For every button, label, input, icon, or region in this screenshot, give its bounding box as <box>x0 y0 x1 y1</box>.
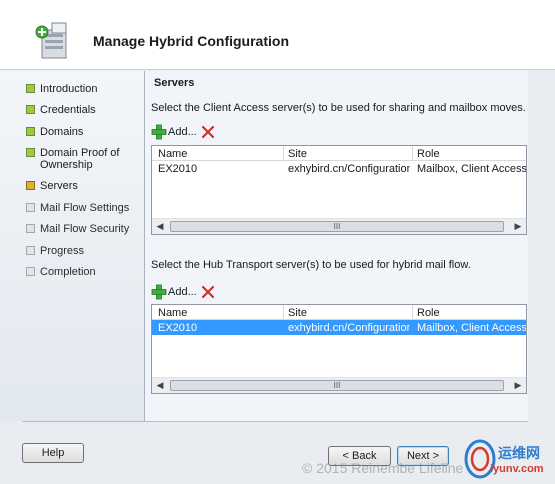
add-icon <box>151 124 167 140</box>
step-label: Mail Flow Settings <box>40 202 130 214</box>
footer-divider <box>22 421 528 422</box>
step-domains: Domains <box>26 126 142 138</box>
horizontal-scrollbar[interactable]: ◀ III ▶ <box>152 377 526 393</box>
scroll-thumb[interactable]: III <box>170 221 504 232</box>
step-label: Domain Proof of Ownership <box>40 147 120 171</box>
hub-instruction: Select the Hub Transport server(s) to be… <box>151 259 471 271</box>
cell-role: Mailbox, Client Access, Hu <box>417 163 526 175</box>
step-label: Credentials <box>40 104 96 116</box>
cas-instruction: Select the Client Access server(s) to be… <box>151 102 526 114</box>
column-header-role[interactable]: Role <box>417 148 440 160</box>
copyright-watermark: © 2015 Reinembe Lifeline <box>302 460 464 476</box>
add-icon <box>151 284 167 300</box>
hub-server-grid: Name Site Role EX2010 exhybird.cn/Config… <box>151 304 527 394</box>
step-servers: Servers <box>26 180 142 192</box>
remove-icon[interactable] <box>201 285 215 299</box>
step-pending-icon <box>26 267 35 276</box>
step-complete-icon <box>26 105 35 114</box>
step-progress: Progress <box>26 245 142 257</box>
help-button[interactable]: Help <box>22 443 84 463</box>
step-mail-flow-security: Mail Flow Security <box>26 223 142 235</box>
wizard-header: Manage Hybrid Configuration <box>0 0 555 70</box>
step-label: Progress <box>40 245 85 257</box>
scroll-left-arrow-icon[interactable]: ◀ <box>152 219 168 234</box>
step-pending-icon <box>26 203 35 212</box>
step-label: Domains <box>40 126 84 138</box>
step-label: Completion <box>40 266 96 278</box>
step-label: Mail Flow Security <box>40 223 130 235</box>
step-current-icon <box>26 181 35 190</box>
cas-add-label: Add... <box>168 126 197 138</box>
step-complete-icon <box>26 127 35 136</box>
step-label: Introduction <box>40 83 98 95</box>
scroll-left-arrow-icon[interactable]: ◀ <box>152 378 168 393</box>
step-complete-icon <box>26 84 35 93</box>
column-divider[interactable] <box>283 146 284 161</box>
remove-icon[interactable] <box>201 125 215 139</box>
cas-server-grid: Name Site Role EX2010 exhybird.cn/Config… <box>151 145 527 235</box>
column-header-site[interactable]: Site <box>288 307 307 319</box>
cell-role: Mailbox, Client Access, Hu <box>417 322 526 334</box>
cell-site: exhybird.cn/Configuration/... <box>288 322 410 334</box>
step-pending-icon <box>26 224 35 233</box>
column-header-site[interactable]: Site <box>288 148 307 160</box>
column-divider[interactable] <box>283 305 284 320</box>
cell-site: exhybird.cn/Configuration/... <box>288 163 410 175</box>
column-divider[interactable] <box>412 146 413 161</box>
step-completion: Completion <box>26 266 142 278</box>
scroll-right-arrow-icon[interactable]: ▶ <box>510 219 526 234</box>
grid-header: Name Site Role <box>152 146 526 161</box>
hub-add-label: Add... <box>168 286 197 298</box>
page-title: Servers <box>154 77 195 89</box>
cell-name: EX2010 <box>158 163 198 175</box>
wizard-page: Servers Select the Client Access server(… <box>145 71 528 421</box>
horizontal-scrollbar[interactable]: ◀ III ▶ <box>152 218 526 234</box>
cas-add-button[interactable]: Add... <box>151 124 199 140</box>
column-header-name[interactable]: Name <box>158 148 187 160</box>
hub-add-button[interactable]: Add... <box>151 284 199 300</box>
column-divider[interactable] <box>412 305 413 320</box>
step-pending-icon <box>26 246 35 255</box>
hybrid-wizard-icon <box>35 22 67 59</box>
column-header-role[interactable]: Role <box>417 307 440 319</box>
step-introduction: Introduction <box>26 83 142 95</box>
logo-cn-text: 运维网 <box>498 445 540 461</box>
table-row[interactable]: EX2010 exhybird.cn/Configuration/... Mai… <box>152 161 526 176</box>
cell-name: EX2010 <box>158 322 198 334</box>
scroll-thumb[interactable]: III <box>170 380 504 391</box>
step-credentials: Credentials <box>26 104 142 116</box>
scroll-right-arrow-icon[interactable]: ▶ <box>510 378 526 393</box>
table-row-selected[interactable]: EX2010 exhybird.cn/Configuration/... Mai… <box>152 320 526 335</box>
wizard-steps-sidebar: Introduction Credentials Domains Domain … <box>0 71 144 421</box>
step-mail-flow-settings: Mail Flow Settings <box>26 202 142 214</box>
column-header-name[interactable]: Name <box>158 307 187 319</box>
grid-header: Name Site Role <box>152 305 526 320</box>
step-complete-icon <box>26 148 35 157</box>
wizard-title: Manage Hybrid Configuration <box>93 33 289 49</box>
step-domain-proof: Domain Proof of Ownership <box>26 147 142 171</box>
step-label: Servers <box>40 180 78 192</box>
logo-url-text: iyunv.com <box>490 463 544 475</box>
